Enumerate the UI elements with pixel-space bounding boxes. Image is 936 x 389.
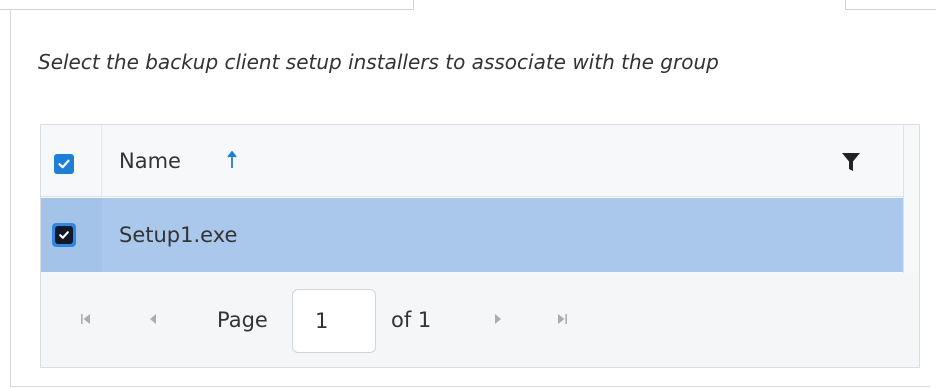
column-header-name[interactable]: Name (119, 149, 181, 173)
row-select-cell (41, 198, 102, 272)
page-count-label: of 1 (391, 308, 432, 332)
first-page-icon[interactable] (78, 309, 94, 329)
grid-header: Name (41, 125, 903, 197)
checkmark-icon (59, 231, 69, 239)
row-checkbox[interactable] (55, 226, 73, 244)
last-page-icon[interactable] (554, 309, 570, 329)
grid-scrollbar-column (903, 125, 919, 273)
arrow-up-icon[interactable] (226, 150, 238, 174)
grid-pager: Page of 1 (41, 273, 919, 367)
select-all-checkbox[interactable] (54, 154, 74, 174)
checkmark-icon (58, 159, 70, 169)
row-name-cell: Setup1.exe (119, 223, 238, 247)
row-checkbox-focus-ring (52, 223, 76, 247)
instruction-text: Select the backup client setup installer… (38, 50, 719, 74)
page-label: Page (217, 308, 268, 332)
table-row[interactable]: Setup1.exe (41, 198, 903, 272)
page-number-input[interactable] (292, 289, 376, 353)
funnel-icon[interactable] (841, 152, 861, 176)
select-all-cell (41, 125, 102, 197)
next-page-icon[interactable] (490, 309, 506, 329)
installers-grid: Name Setup1.exe Page 1 of 1 (40, 124, 920, 368)
installer-selection-page: Select the backup client setup installer… (0, 0, 936, 389)
previous-page-icon[interactable] (145, 309, 161, 329)
